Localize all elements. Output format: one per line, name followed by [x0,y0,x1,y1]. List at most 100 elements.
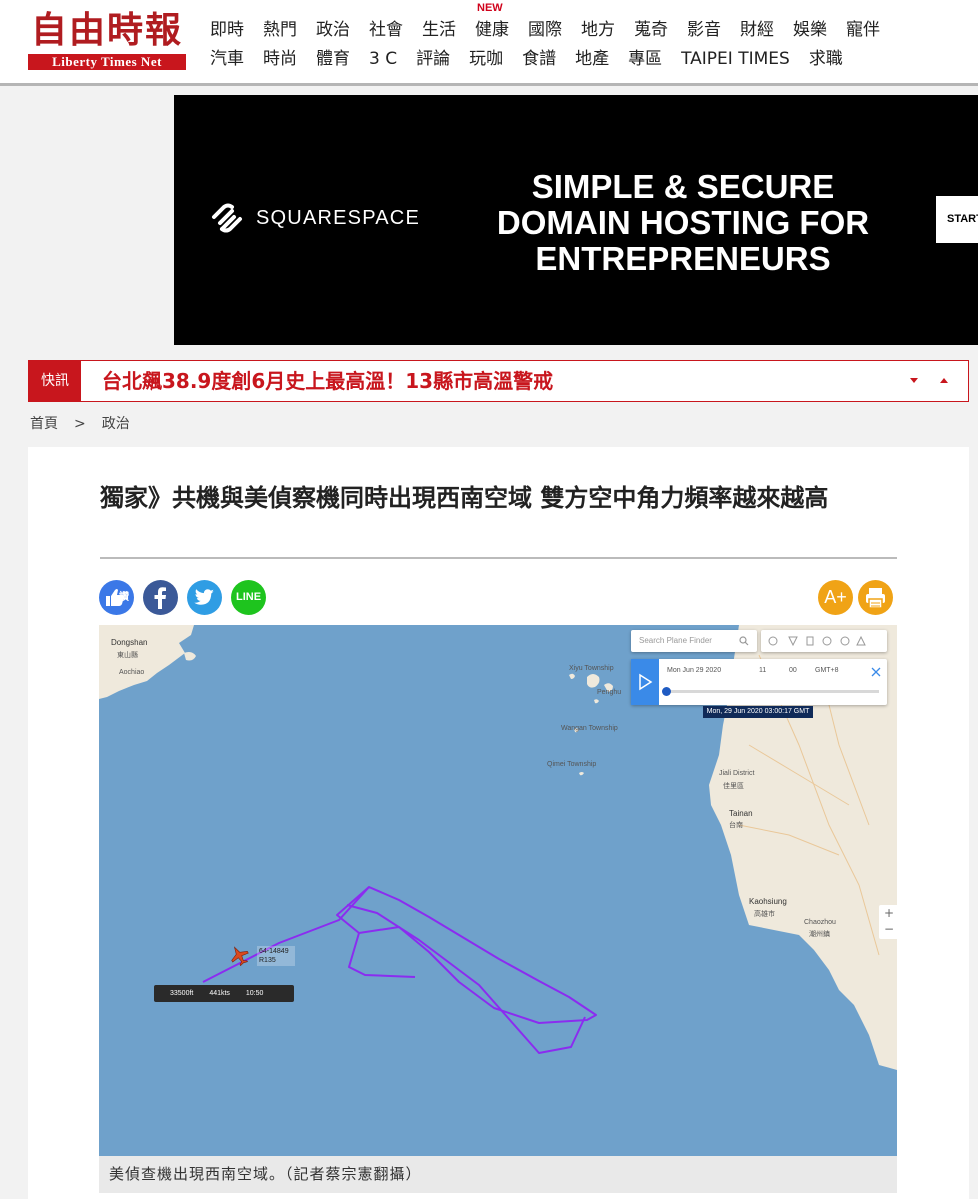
callsign-line-1: 64-14849 [259,948,289,955]
callsign-line-2: R135 [259,957,276,964]
nav-item-r2-10[interactable]: 求職 [809,47,843,71]
playback-timezone: GMT+8 [815,667,839,674]
map-label-chaozhou-cn: 潮州鎮 [809,931,830,938]
map-label-wangan: Wangan Township [561,725,618,732]
main-nav-row-2: 汽車 時尚 體育 3 C 評論 玩咖 食譜 地產 專區 TAIPEI TIMES 求職 [210,47,862,71]
playback-scrubber-handle [662,687,671,696]
close-icon [871,667,881,677]
aircraft-callsign-label: 64-14849 R135 [257,946,295,966]
nav-item-r2-4[interactable]: 評論 [416,47,450,71]
nav-item-r1-1[interactable]: 熱門 [263,18,297,42]
ticker-next-icon[interactable] [909,375,919,385]
ad-brand: SQUARESPACE [208,203,420,233]
playback-date: Mon Jun 29 2020 [667,667,722,674]
nav-item-r1-7[interactable]: 地方 [581,18,615,42]
map-label-tainan: Tainan [729,809,753,818]
nav-item-r2-2[interactable]: 體育 [316,47,350,71]
twitter-share-button[interactable] [187,580,222,615]
ad-start-button[interactable]: START [936,196,978,243]
flight-track-map-image: Dongshan 東山縣 Aochiao Xiyu Township Wanga… [99,625,897,1156]
ad-headline-line: ENTREPRENEURS [535,240,831,277]
ad-brand-name: SQUARESPACE [256,206,420,229]
twitter-bird-icon [194,589,214,605]
search-icon [739,636,749,646]
article-container: 獨家》共機與美偵察機同時出現西南空域 雙方空中角力頻率越來越高 讚 LINE A… [28,447,969,1199]
breaking-news-ticker: 快訊 台北飆38.9度創6月史上最高溫！13縣市高溫警戒 [28,360,969,402]
map-label-aochiao: Aochiao [119,669,145,676]
map-label-dongshan: Dongshan [111,638,148,647]
squarespace-logo-icon [212,203,242,233]
map-label-dongshan-cn: 東山縣 [117,652,138,659]
nav-item-r1-11[interactable]: 娛樂 [793,18,827,42]
advertisement-banner[interactable]: SQUARESPACE SIMPLE & SECURE DOMAIN HOSTIN… [174,95,978,345]
aircraft-status-bar: 33500ft 441kts 10:50 [154,985,294,1002]
breadcrumb-home-link[interactable]: 首頁 [30,414,58,434]
playback-timestamp: Mon, 29 Jun 2020 03:00:17 GMT [703,706,813,718]
nav-item-r1-10[interactable]: 財經 [740,18,774,42]
nav-item-r2-1[interactable]: 時尚 [263,47,297,71]
nav-item-r2-3[interactable]: 3 C [369,47,397,71]
nav-item-r1-4[interactable]: 生活 [422,18,456,42]
ad-headline-line: SIMPLE & SECURE [531,168,835,205]
breadcrumb-section-link[interactable]: 政治 [102,414,130,434]
logo-chinese-wordmark: 自由時報 [30,9,183,51]
nav-item-r2-5[interactable]: 玩咖 [469,47,503,71]
map-label-tainan-cn: 台南 [729,822,743,829]
map-zoom-control: + − [879,905,897,939]
new-badge: NEW [477,2,503,14]
ticker-headline-link[interactable]: 台北飆38.9度創6月史上最高溫！13縣市高溫警戒 [102,361,553,401]
map-label-kaohsiung-cn: 高雄市 [754,911,775,918]
nav-item-r1-2[interactable]: 政治 [316,18,350,42]
ticker-label: 快訊 [29,361,81,401]
time-value: 10:50 [245,990,264,997]
playback-minute: 00 [789,667,797,674]
facebook-share-button[interactable] [143,580,178,615]
printer-icon [866,588,885,609]
speed-value: 441kts [209,990,230,997]
ad-headline: SIMPLE & SECURE DOMAIN HOSTING FOR ENTREPR… [478,169,888,277]
nav-item-r2-0[interactable]: 汽車 [210,47,244,71]
nav-item-r1-9[interactable]: 影音 [687,18,721,42]
altitude-value: 33500ft [170,990,194,997]
nav-item-r1-0[interactable]: 即時 [210,18,244,42]
zoom-out-icon: − [883,922,895,936]
facebook-like-button[interactable]: 讚 [99,580,134,615]
line-share-button[interactable]: LINE [231,580,266,615]
nav-item-r2-7[interactable]: 地產 [575,47,609,71]
breadcrumb: 首頁 > 政治 [30,414,146,434]
font-size-button[interactable]: A+ [818,580,853,615]
ticker-prev-icon[interactable] [939,375,949,385]
playback-hour: 11 [759,667,767,674]
logo-english-wordmark: Liberty Times Net [28,54,186,70]
playback-panel: Mon Jun 29 2020 11 00 GMT+8 [631,659,887,705]
map-label-xiyu: Xiyu Township [569,665,614,672]
nav-item-r2-8[interactable]: 專區 [628,47,662,71]
play-button [631,659,659,705]
zoom-in-icon: + [883,906,895,920]
like-label: 讚 [119,592,129,603]
nav-item-r2-9[interactable]: TAIPEI TIMES [681,47,790,71]
map-label-kaohsiung: Kaohsiung [749,897,787,906]
title-divider [100,557,897,559]
site-header: 自由時報 Liberty Times Net 即時 熱門 政治 社會 生活 健康 NEW 國際… [0,0,978,86]
site-logo[interactable]: 自由時報 Liberty Times Net [28,8,186,72]
facebook-icon [154,587,166,609]
map-label-penghu: Penghu [597,689,622,696]
image-caption: 美偵查機出現西南空域。（記者蔡宗憲翻攝） [99,1156,897,1193]
plane-finder-search-placeholder: Search Plane Finder [639,636,712,645]
nav-item-r1-12[interactable]: 寵伴 [846,18,880,42]
main-nav-row-1: 即時 熱門 政治 社會 生活 健康 NEW 國際 地方 蒐奇 影音 財經 娛樂 寵伴 [210,2,899,42]
nav-item-r1-5[interactable]: 健康 NEW [475,2,509,42]
nav-item-r1-6[interactable]: 國際 [528,18,562,42]
playback-scrubber [662,687,879,696]
nav-item-r1-3[interactable]: 社會 [369,18,403,42]
print-button[interactable] [858,580,893,615]
map-label-qimei: Qimei Township [547,761,597,768]
ad-headline-line: DOMAIN HOSTING FOR [496,204,870,241]
nav-item-r1-8[interactable]: 蒐奇 [634,18,668,42]
nav-item-r2-6[interactable]: 食譜 [522,47,556,71]
map-label-jiali-cn: 佳里區 [723,783,744,790]
map-label-jiali: Jiali District [719,770,755,777]
plane-finder-search-input: Search Plane Finder [631,630,757,652]
breadcrumb-separator: > [74,416,86,432]
